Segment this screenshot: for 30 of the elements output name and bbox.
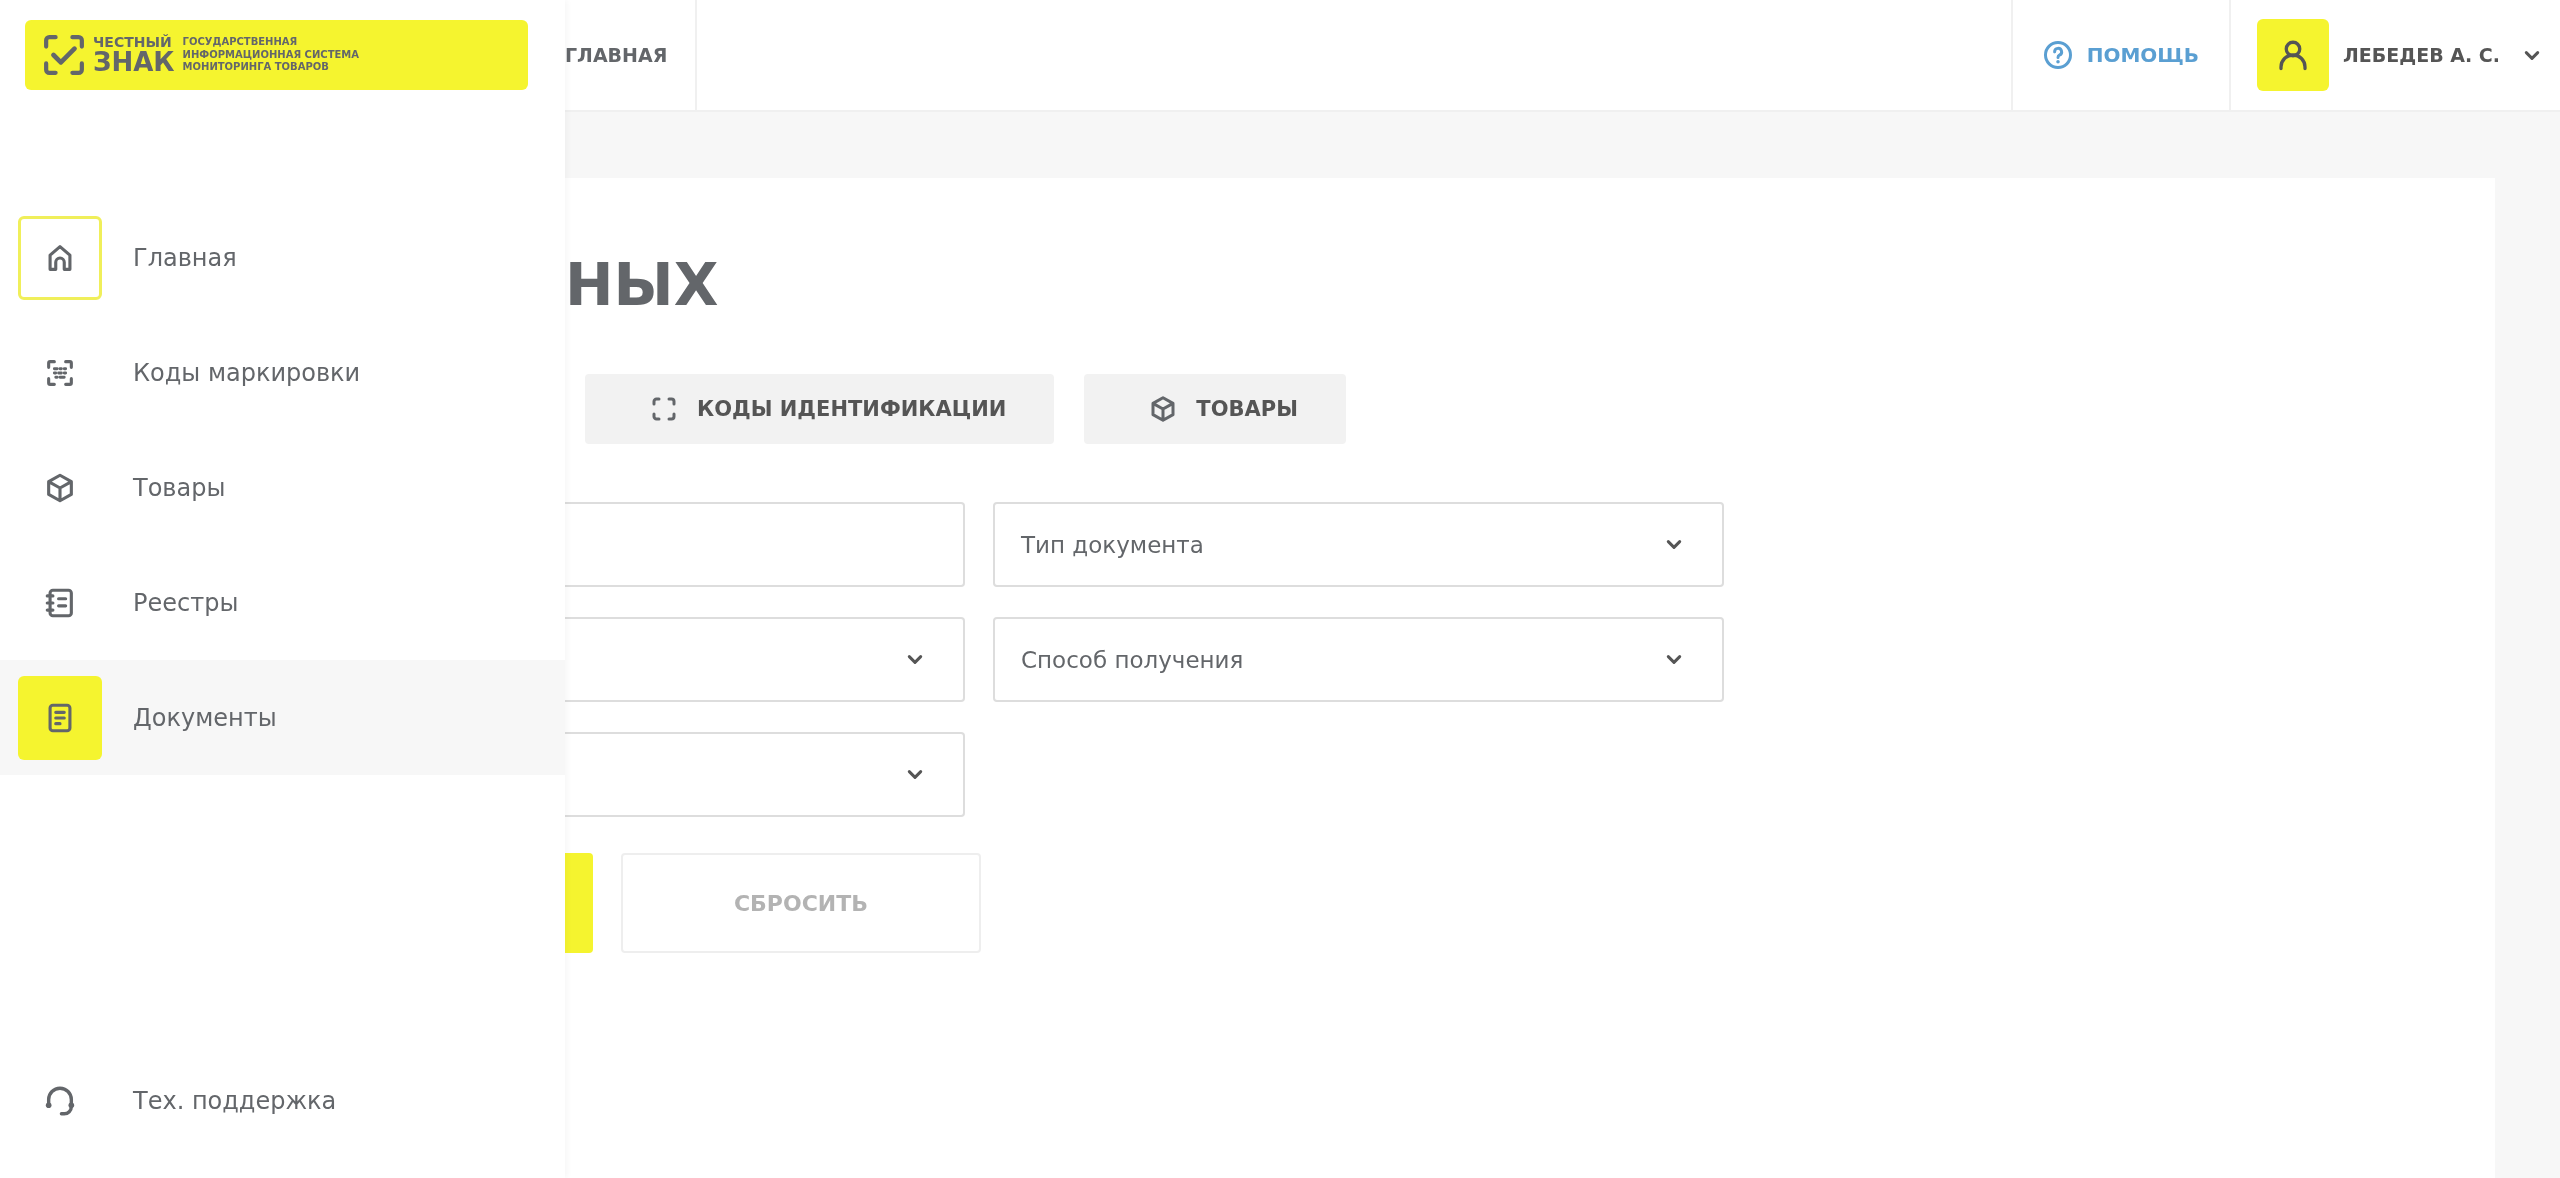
chevron-down-icon bbox=[2524, 49, 2540, 61]
dropdown-field[interactable] bbox=[565, 732, 965, 817]
chevron-down-icon bbox=[1666, 654, 1682, 665]
page-title: НЫХ bbox=[565, 256, 720, 314]
tab[interactable]: КОДЫ ИДЕНТИФИКАЦИИ bbox=[585, 374, 1055, 444]
support-link[interactable]: Тех. поддержка bbox=[0, 1043, 565, 1158]
tab[interactable]: ТОВАРЫ bbox=[1084, 374, 1346, 444]
dropdown-field[interactable]: Способ получения bbox=[993, 617, 1724, 702]
sidebar-item[interactable]: Товары bbox=[0, 430, 565, 545]
sidebar-item[interactable]: Документы bbox=[0, 660, 565, 775]
dropdown-field[interactable]: Тип документа bbox=[993, 502, 1724, 587]
logo-text: ЗНАК bbox=[93, 49, 175, 75]
logo-subtitle: ИНФОРМАЦИОННАЯ СИСТЕМА bbox=[182, 48, 359, 62]
sidebar-item[interactable]: Коды маркировки bbox=[0, 315, 565, 430]
text-field[interactable] bbox=[565, 502, 965, 587]
user-menu[interactable]: ЛЕБЕДЕВ А. С. bbox=[2231, 0, 2560, 110]
chevron-down-icon bbox=[907, 654, 923, 665]
sidebar-item[interactable]: Главная bbox=[0, 200, 565, 315]
chevron-down-icon bbox=[1666, 539, 1682, 550]
nav-link[interactable]: ГЛАВНАЯ bbox=[565, 0, 698, 110]
dropdown-field[interactable] bbox=[565, 617, 965, 702]
check-mark-icon bbox=[43, 34, 85, 76]
help-icon bbox=[2042, 40, 2073, 70]
logo-subtitle: ГОСУДАРСТВЕННАЯ bbox=[182, 36, 299, 49]
primary-button[interactable] bbox=[565, 853, 593, 953]
logo-subtitle: МОНИТОРИНГА ТОВАРОВ bbox=[182, 61, 330, 74]
sidebar-item[interactable]: Реестры bbox=[0, 545, 565, 660]
chevron-down-icon bbox=[907, 769, 923, 780]
logo-text: ЧЕСТНЫЙ bbox=[93, 35, 173, 49]
user-name: ЛЕБЕДЕВ А. С. bbox=[2343, 44, 2500, 66]
